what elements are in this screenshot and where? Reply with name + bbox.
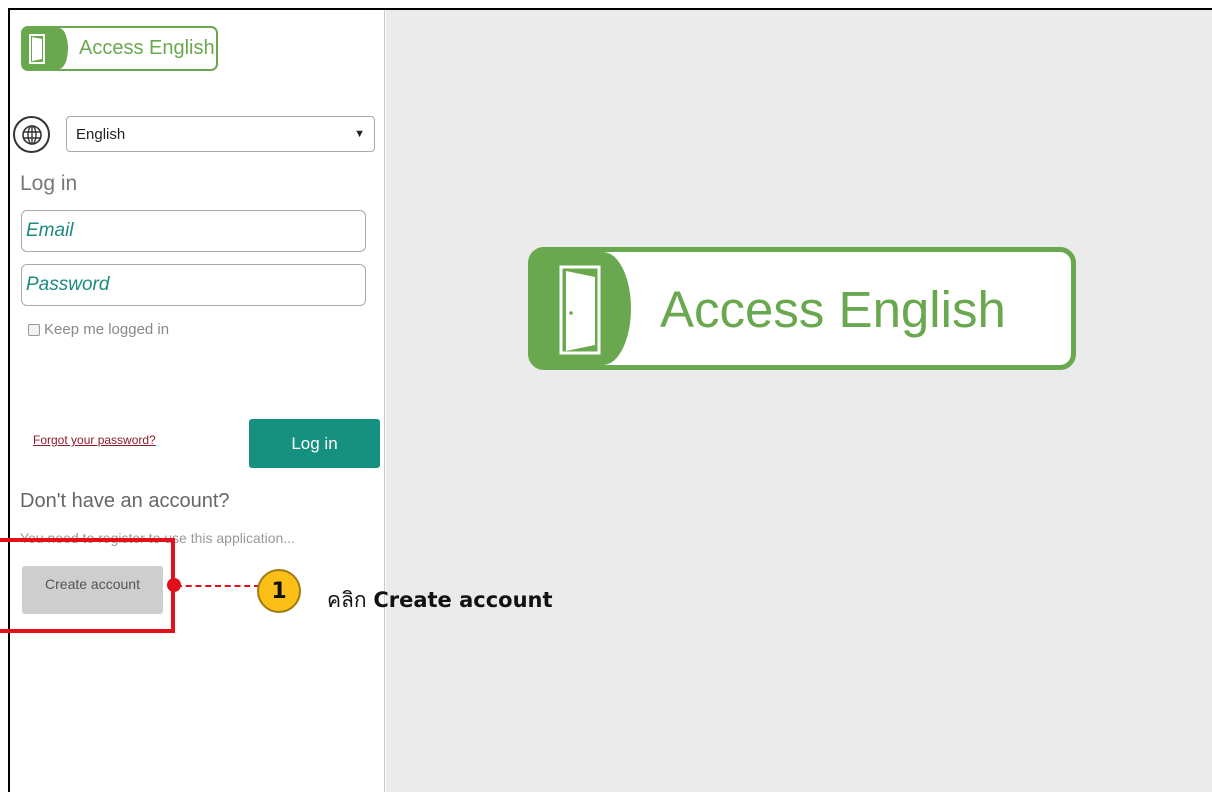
step-caption: คลิก Create account bbox=[327, 584, 553, 617]
splash-panel bbox=[386, 10, 1212, 792]
dropdown-caret-icon: ▼ bbox=[354, 128, 365, 140]
step-caption-target: Create account bbox=[373, 588, 553, 612]
login-button[interactable]: Log in bbox=[249, 419, 380, 468]
callout-dot bbox=[167, 578, 181, 592]
password-placeholder: Password bbox=[26, 274, 110, 295]
splash-logo: Access English bbox=[528, 247, 1076, 370]
step-caption-verb: คลิก bbox=[327, 588, 367, 612]
app-logo-text: Access English bbox=[79, 37, 215, 59]
highlight-box bbox=[0, 538, 175, 633]
door-icon bbox=[559, 265, 601, 355]
keep-logged-in-row[interactable]: Keep me logged in bbox=[28, 321, 169, 338]
password-field[interactable]: Password bbox=[21, 264, 366, 306]
door-icon bbox=[29, 34, 45, 64]
email-placeholder: Email bbox=[26, 220, 74, 241]
email-field[interactable]: Email bbox=[21, 210, 366, 252]
splash-logo-text: Access English bbox=[660, 281, 1006, 338]
language-selected-value: English bbox=[76, 125, 126, 143]
globe-icon[interactable] bbox=[13, 116, 50, 153]
register-heading: Don't have an account? bbox=[20, 490, 230, 512]
callout-connector bbox=[176, 585, 260, 587]
language-select[interactable]: English ▼ bbox=[66, 116, 375, 152]
login-heading: Log in bbox=[20, 172, 78, 195]
app-logo: Access English bbox=[21, 26, 218, 71]
app-window: Access English English ▼ Log in Email Pa… bbox=[8, 8, 1212, 792]
keep-logged-in-checkbox[interactable] bbox=[28, 323, 40, 336]
login-sidebar: Access English English ▼ Log in Email Pa… bbox=[10, 10, 385, 792]
forgot-password-link[interactable]: Forgot your password? bbox=[33, 433, 156, 447]
step-number-badge: 1 bbox=[257, 569, 301, 613]
keep-logged-in-label: Keep me logged in bbox=[44, 321, 170, 338]
